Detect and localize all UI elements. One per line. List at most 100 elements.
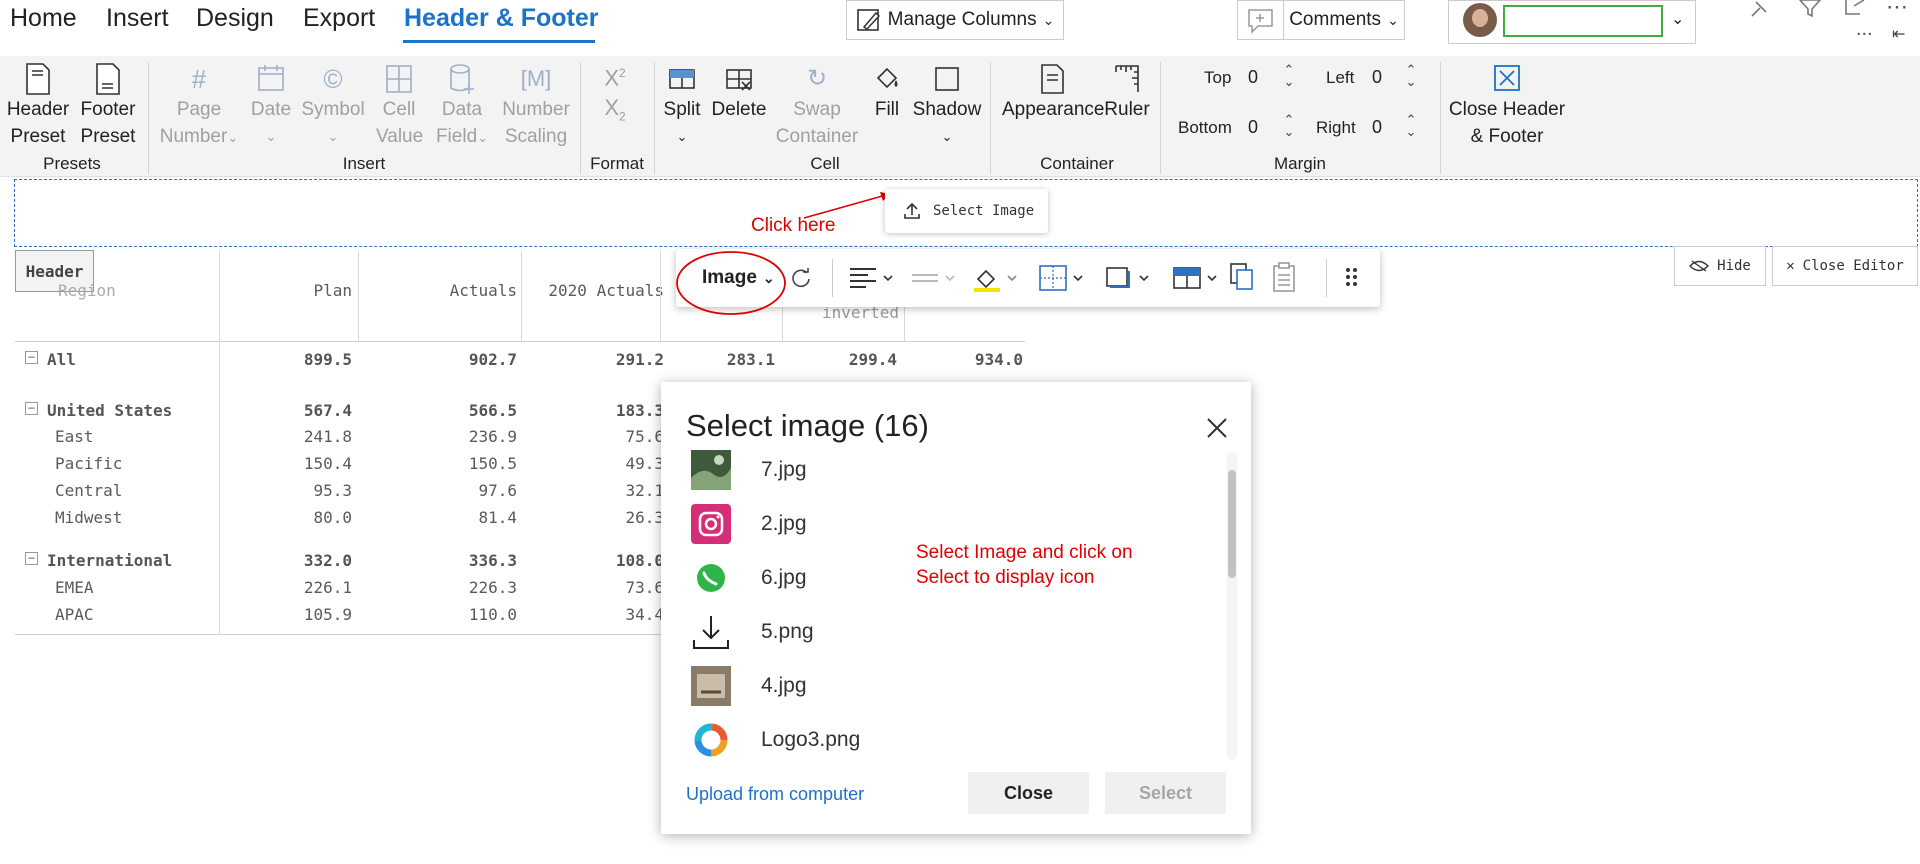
margin-right-stepper[interactable]: ⌃ ⌄ — [1404, 113, 1418, 138]
fill-button[interactable]: Fill — [870, 62, 904, 123]
image-thumbnail-icon — [691, 666, 731, 706]
select-button[interactable]: Select — [1105, 772, 1226, 814]
menu-tab-header-footer[interactable]: Header & Footer — [404, 4, 598, 33]
cell-group-label: Cell — [810, 154, 840, 173]
margin-top-input[interactable]: 0 — [1248, 67, 1258, 88]
pin-icon[interactable] — [1744, 0, 1776, 18]
table-cell: 332.0 — [303, 551, 352, 570]
comments-button[interactable]: Comments ⌄ — [1283, 0, 1405, 40]
align-left-icon[interactable] — [848, 265, 898, 291]
column-header-plan: Plan — [313, 281, 352, 300]
avatar — [1463, 3, 1497, 37]
margin-left-input[interactable]: 0 — [1372, 67, 1382, 88]
subscript-button[interactable]: X2 — [600, 94, 630, 130]
menu-tab-insert[interactable]: Insert — [106, 4, 169, 33]
copy-format-icon[interactable] — [1228, 261, 1256, 293]
hide-button[interactable]: Hide — [1674, 246, 1766, 286]
vertical-align-icon[interactable] — [910, 265, 960, 291]
table-cell: 34.4 — [625, 605, 664, 624]
split-button[interactable]: Split ⌄ — [660, 62, 704, 150]
margin-group-label: Margin — [1274, 154, 1326, 173]
appearance-label: Appearance — [1002, 99, 1105, 120]
ribbon-separator — [990, 62, 991, 174]
image-filename: 2.jpg — [761, 512, 807, 535]
table-divider — [521, 251, 522, 341]
appearance-button[interactable]: Appearance — [1002, 62, 1105, 123]
cell-value-button[interactable]: Cell Value — [376, 62, 423, 150]
table-cell: 75.6 — [625, 427, 664, 446]
add-comment-button[interactable] — [1237, 0, 1285, 40]
table-cell: 902.7 — [468, 350, 517, 369]
cell-layout-icon[interactable] — [1172, 263, 1222, 293]
table-divider — [660, 251, 661, 341]
fill-color-icon[interactable] — [972, 263, 1022, 293]
menu-tab-design[interactable]: Design — [196, 4, 274, 33]
swap-container-button[interactable]: ↻ Swap Container — [774, 62, 860, 150]
manage-columns-button[interactable]: Manage Columns ⌄ — [846, 0, 1064, 40]
row-label: Pacific — [55, 454, 123, 473]
scaling-icon: [M] — [520, 66, 552, 91]
paint-bucket-icon — [876, 67, 898, 89]
table-cell: 81.4 — [478, 508, 517, 527]
list-scrollbar[interactable] — [1227, 452, 1237, 760]
superscript-button[interactable]: X2 — [600, 60, 630, 91]
collapse-icon[interactable]: − — [25, 402, 38, 415]
list-item[interactable]: 4.jpg — [691, 666, 1091, 706]
list-item[interactable]: 7.jpg — [691, 450, 1091, 490]
pin-pane-icon[interactable]: ⇤ — [1892, 24, 1905, 44]
list-item[interactable]: Logo3.png — [691, 720, 1091, 760]
borders-icon[interactable] — [1038, 263, 1088, 293]
expand-icon[interactable] — [1842, 0, 1870, 18]
drag-handle-icon[interactable] — [1344, 265, 1360, 291]
upload-from-computer-link[interactable]: Upload from computer — [686, 784, 864, 805]
menu-tab-home[interactable]: Home — [10, 4, 77, 33]
number-scaling-button[interactable]: [M] Number Scaling — [500, 62, 572, 150]
close-header-footer-button[interactable]: Close Header & Footer — [1448, 62, 1566, 150]
margin-top-stepper[interactable]: ⌃ ⌄ — [1282, 63, 1296, 88]
close-icon[interactable] — [1205, 416, 1229, 440]
collapse-icon[interactable]: − — [25, 552, 38, 565]
page-number-button[interactable]: # Page Number⌄ — [156, 62, 242, 151]
scrollbar-thumb[interactable] — [1228, 470, 1236, 578]
list-item[interactable]: 5.png — [691, 612, 1091, 652]
user-input[interactable] — [1503, 5, 1663, 37]
more-options-label[interactable]: ... — [1856, 18, 1873, 41]
shadow-button[interactable]: Shadow ⌄ — [912, 62, 982, 150]
close-button[interactable]: Close — [968, 772, 1089, 814]
active-tab-underline — [403, 40, 595, 43]
margin-top-label: Top — [1204, 68, 1232, 87]
margin-right-input[interactable]: 0 — [1372, 117, 1382, 138]
table-cell: 899.5 — [303, 350, 352, 369]
data-field-button[interactable]: Data Field⌄ — [432, 62, 492, 151]
ruler-button[interactable]: Ruler — [1104, 62, 1150, 123]
whatsapp-logo-icon — [697, 564, 725, 592]
user-selector[interactable]: ⌄ — [1448, 0, 1696, 44]
margin-bottom-stepper[interactable]: ⌃ ⌄ — [1282, 113, 1296, 138]
shadow-dropdown-icon[interactable] — [1104, 263, 1154, 293]
select-image-popup-button[interactable]: Select Image — [885, 189, 1048, 233]
margin-bottom-input[interactable]: 0 — [1248, 117, 1258, 138]
margin-left-stepper[interactable]: ⌃ ⌄ — [1404, 63, 1418, 88]
chevron-down-icon: ⌄ — [265, 129, 277, 144]
close-editor-button[interactable]: ✕ Close Editor — [1772, 246, 1918, 286]
menu-tab-export[interactable]: Export — [303, 4, 375, 33]
paste-format-icon[interactable] — [1270, 261, 1298, 293]
chevron-down-icon[interactable]: ⌄ — [1671, 9, 1684, 29]
number-scaling-label-2: Scaling — [504, 126, 568, 147]
collapse-icon[interactable]: − — [25, 351, 38, 364]
table-cell: 73.6 — [625, 578, 664, 597]
margin-left-label: Left — [1326, 68, 1355, 87]
table-cell: 105.9 — [303, 605, 352, 624]
footer-preset-button[interactable]: Footer Preset — [76, 62, 140, 150]
subscript-label: X — [604, 95, 619, 120]
filter-icon[interactable] — [1796, 0, 1824, 18]
delete-button[interactable]: Delete — [708, 62, 770, 123]
refresh-icon[interactable] — [790, 267, 812, 289]
symbol-button[interactable]: © Symbol ⌄ — [298, 62, 368, 150]
date-button[interactable]: Date ⌄ — [246, 62, 296, 150]
header-preset-button[interactable]: Header Preset — [4, 62, 72, 150]
table-cell: 567.4 — [303, 401, 352, 420]
list-item[interactable]: 2.jpg — [691, 504, 1091, 544]
more-options-icon[interactable]: ⋯ — [1886, 0, 1908, 20]
table-row[interactable]: − All 899.5 902.7 291.2 283.1 299.4 934.0 — [15, 350, 1025, 374]
